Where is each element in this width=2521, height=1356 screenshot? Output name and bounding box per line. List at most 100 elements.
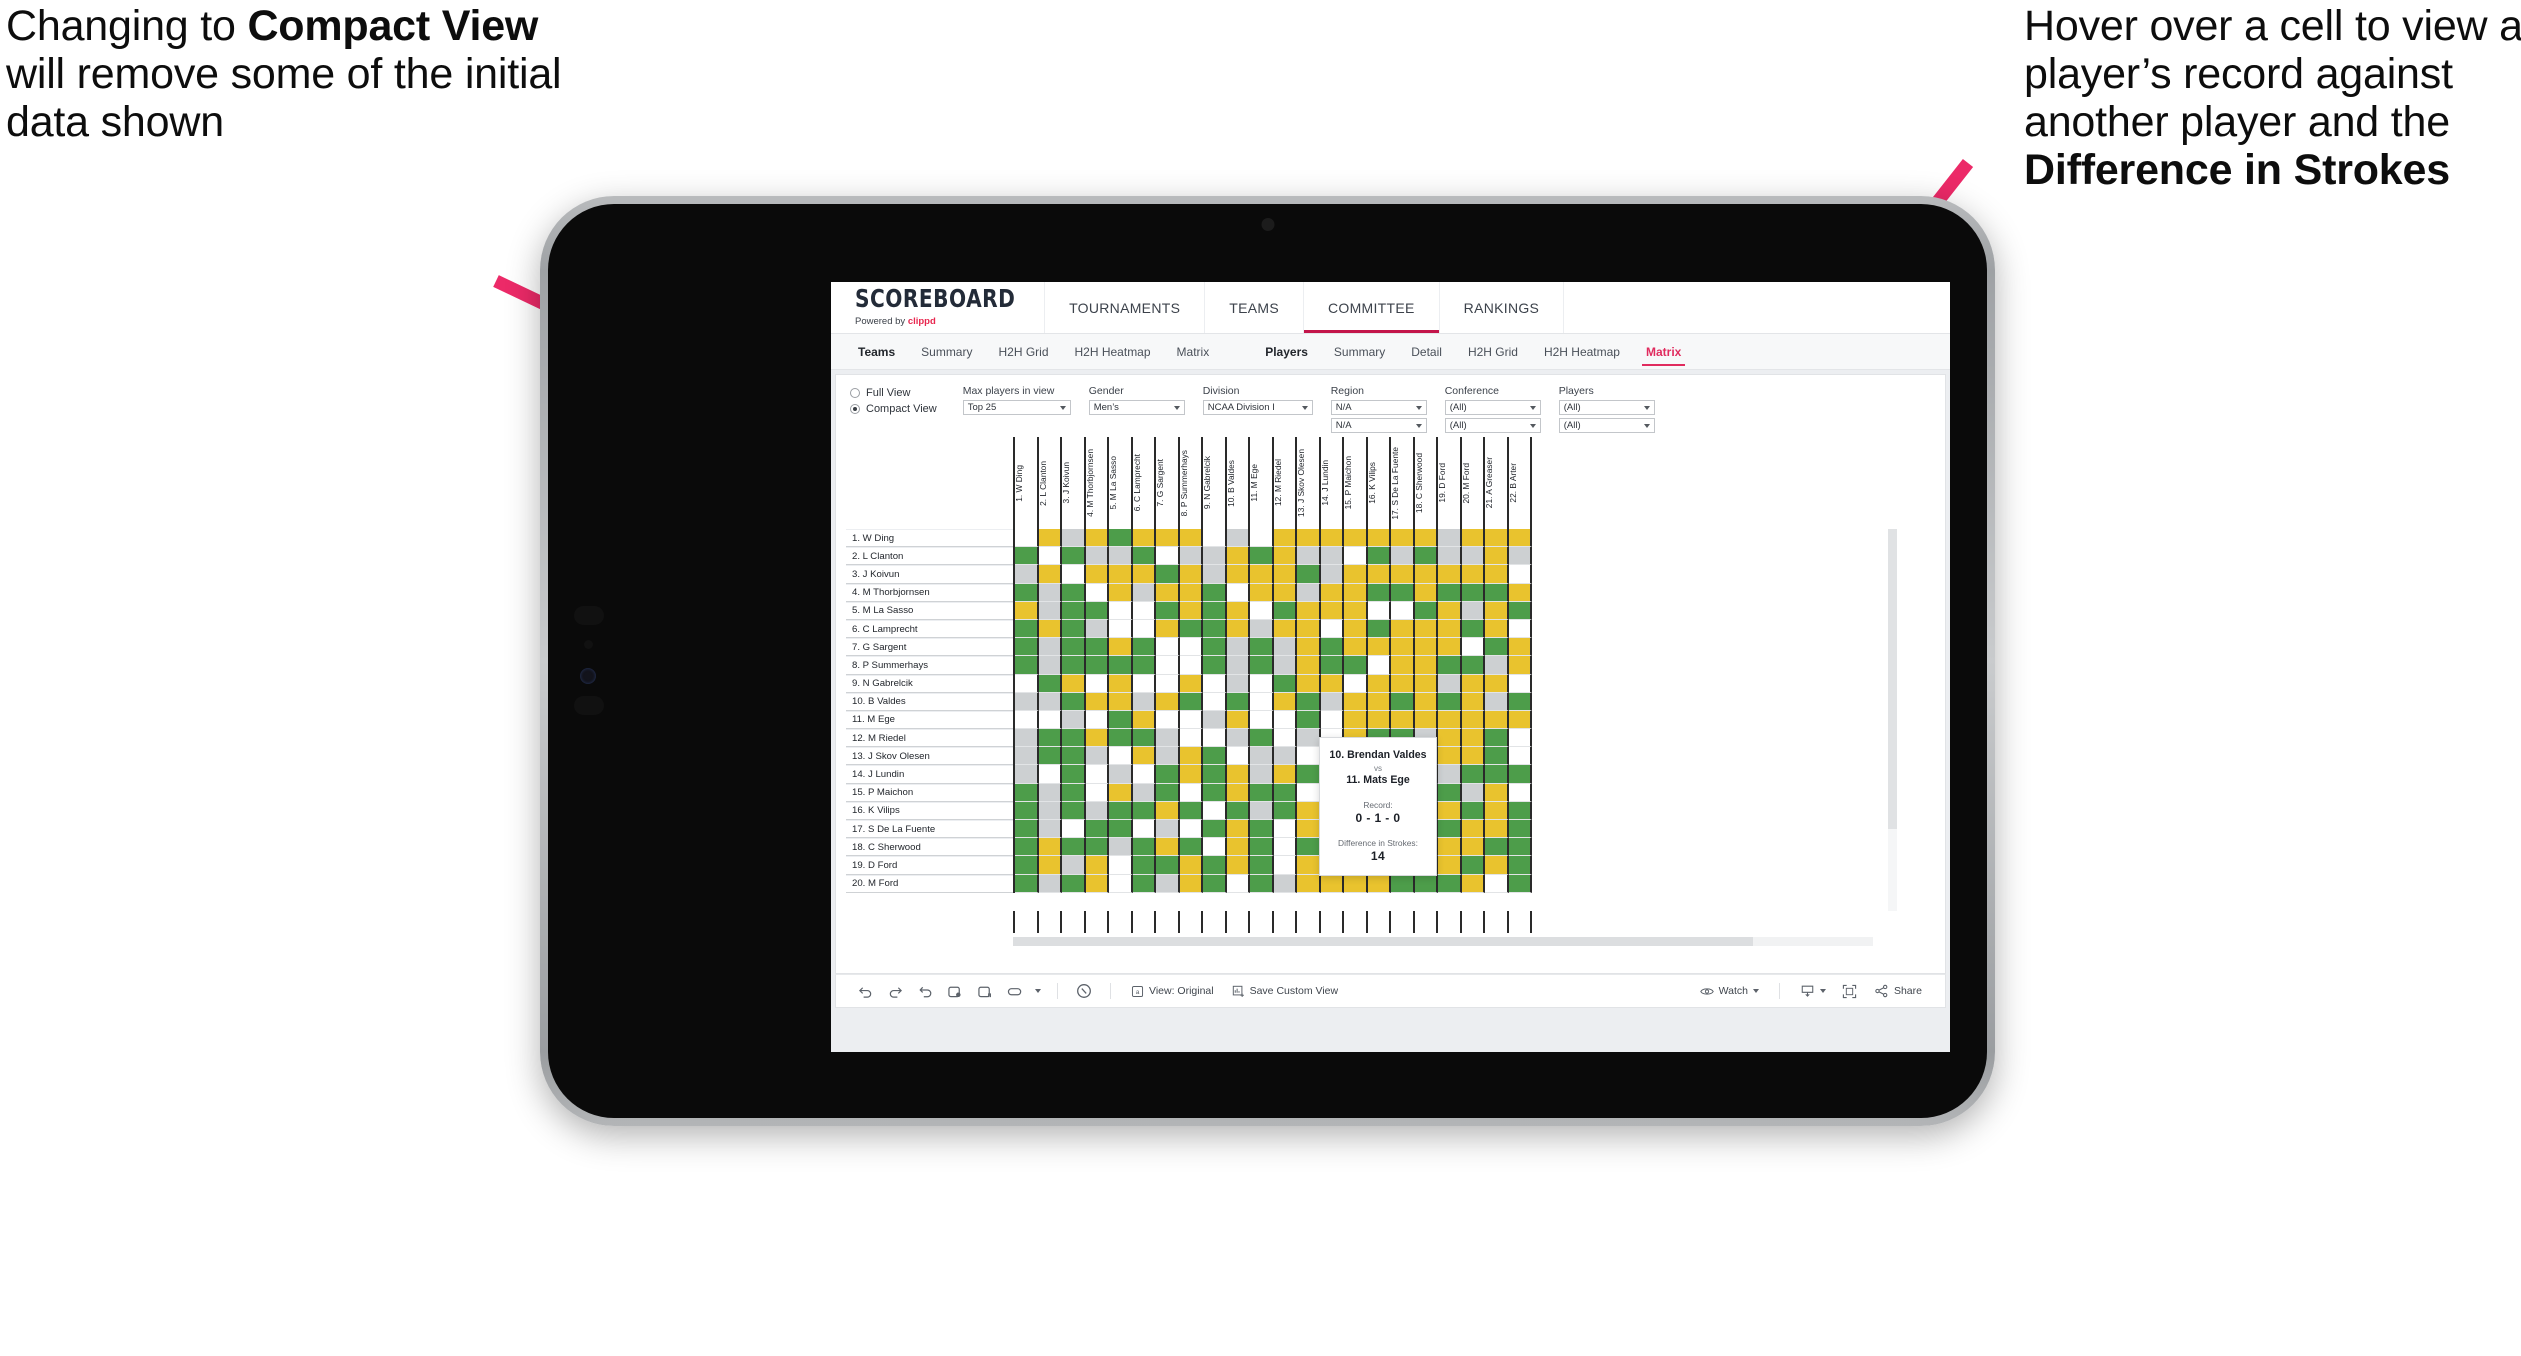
- matrix-cell[interactable]: [1367, 601, 1391, 620]
- matrix-cell[interactable]: [1226, 583, 1250, 602]
- matrix-cell[interactable]: [1485, 820, 1509, 839]
- matrix-cell[interactable]: [1062, 747, 1086, 766]
- horizontal-scrollbar[interactable]: [1013, 937, 1873, 946]
- matrix-cell[interactable]: [1203, 765, 1227, 784]
- matrix-cell[interactable]: [1038, 529, 1062, 548]
- matrix-cell[interactable]: [1414, 601, 1438, 620]
- matrix-cell[interactable]: [1085, 838, 1109, 857]
- matrix-cell[interactable]: [1320, 583, 1344, 602]
- matrix-cell[interactable]: [1485, 547, 1509, 566]
- matrix-cell[interactable]: [1273, 710, 1297, 730]
- matrix-cell[interactable]: [1038, 674, 1062, 693]
- matrix-cell[interactable]: [1250, 710, 1274, 730]
- matrix-cell[interactable]: [1015, 783, 1039, 802]
- matrix-cell[interactable]: [1132, 619, 1156, 639]
- matrix-cell[interactable]: [1250, 783, 1274, 802]
- matrix-cell[interactable]: [1156, 583, 1180, 602]
- matrix-cell[interactable]: [1414, 529, 1438, 548]
- matrix-cell[interactable]: [1203, 820, 1227, 839]
- matrix-cell[interactable]: [1461, 547, 1485, 566]
- matrix-cell[interactable]: [1461, 601, 1485, 620]
- matrix-cell[interactable]: [1085, 583, 1109, 602]
- matrix-cell[interactable]: [1226, 801, 1250, 820]
- matrix-cell[interactable]: [1273, 765, 1297, 784]
- matrix-cell[interactable]: [1508, 765, 1532, 784]
- matrix-cell[interactable]: [1461, 692, 1485, 711]
- matrix-cell[interactable]: [1132, 838, 1156, 857]
- matrix-cell[interactable]: [1085, 547, 1109, 566]
- matrix-cell[interactable]: [1273, 656, 1297, 675]
- matrix-cell[interactable]: [1015, 801, 1039, 820]
- matrix-cell[interactable]: [1203, 601, 1227, 620]
- matrix-cell[interactable]: [1038, 765, 1062, 784]
- matrix-cell[interactable]: [1250, 601, 1274, 620]
- matrix-cell[interactable]: [1344, 601, 1368, 620]
- matrix-cell[interactable]: [1085, 692, 1109, 711]
- matrix-cell[interactable]: [1250, 747, 1274, 766]
- matrix-cell[interactable]: [1038, 856, 1062, 875]
- matrix-cell[interactable]: [1015, 674, 1039, 693]
- matrix-cell[interactable]: [1156, 765, 1180, 784]
- matrix-column-header[interactable]: 10. B Valdes: [1226, 437, 1250, 529]
- matrix-cell[interactable]: [1367, 547, 1391, 566]
- matrix-cell[interactable]: [1508, 619, 1532, 639]
- matrix-cell[interactable]: [1156, 565, 1180, 584]
- matrix-cell[interactable]: [1250, 638, 1274, 657]
- matrix-cell[interactable]: [1297, 638, 1321, 657]
- matrix-row-label[interactable]: 15. P Maichon: [846, 783, 1013, 802]
- matrix-cell[interactable]: [1320, 529, 1344, 548]
- matrix-cell[interactable]: [1015, 583, 1039, 602]
- matrix-row-label[interactable]: 9. N Gabrelcik: [846, 674, 1013, 693]
- matrix-cell[interactable]: [1485, 619, 1509, 639]
- matrix-cell[interactable]: [1038, 801, 1062, 820]
- matrix-cell[interactable]: [1038, 583, 1062, 602]
- matrix-column-header[interactable]: 7. G Sargent: [1156, 437, 1180, 529]
- matrix-cell[interactable]: [1038, 601, 1062, 620]
- matrix-cell[interactable]: [1438, 565, 1462, 584]
- matrix-cell[interactable]: [1062, 710, 1086, 730]
- matrix-row-label[interactable]: 19. D Ford: [846, 856, 1013, 875]
- matrix-cell[interactable]: [1320, 565, 1344, 584]
- matrix-cell[interactable]: [1085, 820, 1109, 839]
- matrix-cell[interactable]: [1109, 674, 1133, 693]
- matrix-column-header[interactable]: 9. N Gabrelcik: [1203, 437, 1227, 529]
- matrix-cell[interactable]: [1156, 783, 1180, 802]
- matrix-cell[interactable]: [1085, 656, 1109, 675]
- matrix-cell[interactable]: [1038, 619, 1062, 639]
- matrix-cell[interactable]: [1179, 547, 1203, 566]
- matrix-cell[interactable]: [1485, 601, 1509, 620]
- vertical-scrollbar-thumb[interactable]: [1888, 529, 1897, 829]
- matrix-row-label[interactable]: 18. C Sherwood: [846, 838, 1013, 857]
- matrix-cell[interactable]: [1156, 820, 1180, 839]
- matrix-cell[interactable]: [1179, 710, 1203, 730]
- pill-shape-icon[interactable]: [1000, 974, 1030, 1008]
- matrix-cell[interactable]: [1062, 638, 1086, 657]
- matrix-cell[interactable]: [1132, 547, 1156, 566]
- matrix-cell[interactable]: [1132, 565, 1156, 584]
- matrix-cell[interactable]: [1203, 583, 1227, 602]
- matrix-cell[interactable]: [1085, 801, 1109, 820]
- matrix-cell[interactable]: [1297, 565, 1321, 584]
- matrix-cell[interactable]: [1062, 801, 1086, 820]
- matrix-cell[interactable]: [1273, 674, 1297, 693]
- matrix-cell[interactable]: [1391, 601, 1415, 620]
- matrix-cell[interactable]: [1156, 856, 1180, 875]
- matrix-cell[interactable]: [1179, 529, 1203, 548]
- matrix-cell[interactable]: [1367, 656, 1391, 675]
- matrix-cell[interactable]: [1297, 601, 1321, 620]
- matrix-cell[interactable]: [1203, 783, 1227, 802]
- chevron-down-icon[interactable]: [1173, 405, 1180, 410]
- matrix-cell[interactable]: [1485, 838, 1509, 857]
- matrix-cell[interactable]: [1273, 747, 1297, 766]
- matrix-cell[interactable]: [1414, 656, 1438, 675]
- matrix-cell[interactable]: [1438, 601, 1462, 620]
- matrix-cell[interactable]: [1250, 820, 1274, 839]
- matrix-cell[interactable]: [1226, 838, 1250, 857]
- matrix-cell[interactable]: [1156, 619, 1180, 639]
- matrix-cell[interactable]: [1438, 547, 1462, 566]
- matrix-cell[interactable]: [1062, 565, 1086, 584]
- matrix-cell[interactable]: [1015, 747, 1039, 766]
- matrix-cell[interactable]: [1179, 692, 1203, 711]
- view-mode-radio-group[interactable]: Full View Compact View: [850, 385, 937, 415]
- matrix-cell[interactable]: [1438, 856, 1462, 875]
